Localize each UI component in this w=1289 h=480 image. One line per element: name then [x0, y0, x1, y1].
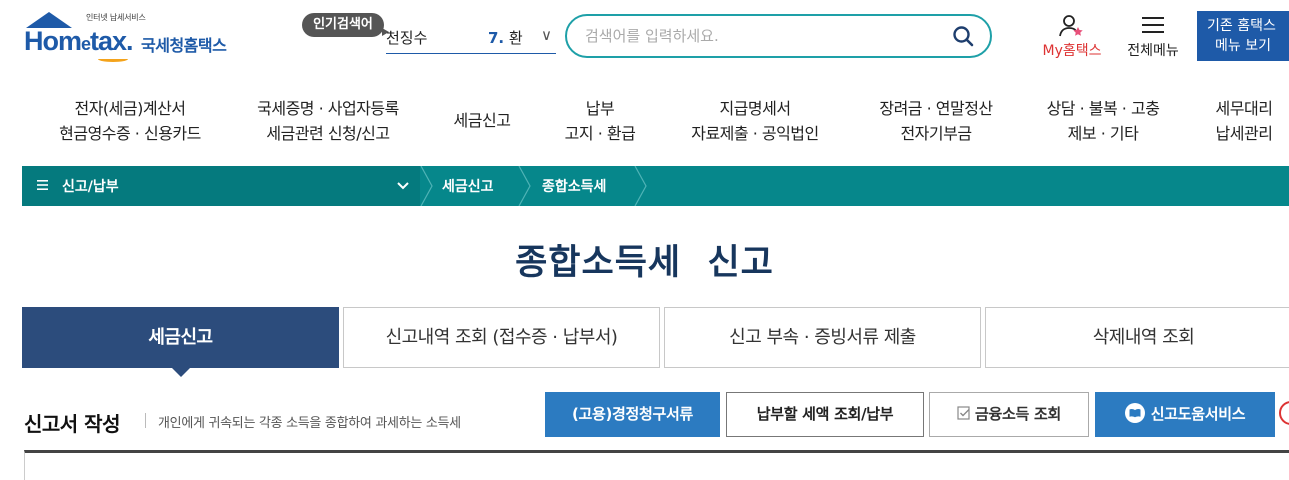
checklist-icon — [957, 406, 970, 420]
old-hometax-line1: 기존 홈택스 — [1207, 18, 1276, 34]
form-section-box — [24, 450, 1289, 480]
section-divider — [145, 413, 146, 428]
all-menu-button[interactable]: 전체메뉴 — [1118, 14, 1188, 60]
section-description: 개인에게 귀속되는 각종 소득을 종합하여 과세하는 소득세 — [158, 416, 461, 431]
user-icon — [1059, 15, 1083, 37]
breadcrumb-separator-icon — [518, 166, 531, 206]
old-hometax-menu-button[interactable]: 기존 홈택스 메뉴 보기 — [1197, 11, 1289, 61]
gnb-item-e-invoice[interactable]: 전자(세금)계산서 현금영수증 · 신용카드 — [30, 96, 230, 148]
gnb-item-payment-statement[interactable]: 지급명세서 자료제출 · 공익법인 — [670, 96, 840, 148]
popular-search-current[interactable]: 7. 환 — [488, 27, 523, 48]
gnb-item-incentive[interactable]: 장려금 · 연말정산 전자기부금 — [856, 96, 1016, 148]
old-hometax-line2: 메뉴 보기 — [1215, 38, 1271, 54]
tax-payment-lookup-button[interactable]: 납부할 세액 조회/납부 — [726, 392, 924, 437]
financial-income-lookup-button[interactable]: 금융소득 조회 — [929, 392, 1089, 437]
breadcrumb-item-tax-filing[interactable]: 세금신고 — [442, 176, 494, 196]
tab-attachment-submit[interactable]: 신고 부속 · 증빙서류 제출 — [664, 307, 981, 368]
popular-search-prev[interactable]: 천징수 — [386, 27, 427, 48]
popular-search-badge: 인기검색어 — [302, 13, 389, 37]
breadcrumb-separator-icon — [634, 166, 647, 206]
chevron-down-icon[interactable]: ∨ — [541, 26, 552, 44]
gnb-item-payment[interactable]: 납부 고지 · 환급 — [540, 96, 660, 148]
info-circle-icon[interactable] — [1279, 401, 1289, 425]
tab-deleted-history[interactable]: 삭제내역 조회 — [985, 307, 1289, 368]
breadcrumb-separator-icon — [420, 166, 433, 206]
my-hometax-label: My홈택스 — [1042, 43, 1102, 59]
my-hometax-button[interactable]: My홈택스 — [1036, 14, 1108, 60]
gnb-item-tax-filing[interactable]: 세금신고 — [432, 96, 532, 148]
gnb-item-certificate[interactable]: 국세증명 · 사업자등록 세금관련 신청/신고 — [228, 96, 428, 148]
logo-tagline: 인터넷 납세서비스 — [86, 13, 146, 22]
search-box[interactable] — [565, 14, 992, 58]
chevron-down-icon — [397, 182, 409, 190]
search-input[interactable] — [585, 24, 945, 48]
filing-help-service-button[interactable]: 신고도움서비스 — [1095, 392, 1275, 437]
book-icon — [1124, 403, 1145, 423]
section-title: 신고서 작성 — [24, 412, 120, 436]
gnb-item-consult[interactable]: 상담 · 불복 · 고충 제보 · 기타 — [1028, 96, 1178, 148]
tab-filing-history[interactable]: 신고내역 조회 (접수증 · 납부서) — [343, 307, 660, 368]
hometax-logo[interactable]: 인터넷 납세서비스 Hometax. 국세청홈택스 — [24, 12, 244, 62]
hamburger-menu-icon — [1142, 17, 1164, 33]
page-title: 종합소득세 신고 — [515, 243, 774, 283]
breadcrumb-menu-select[interactable]: 신고/납부 — [22, 166, 420, 206]
logo-korean-name: 국세청홈택스 — [141, 36, 227, 55]
breadcrumb-menu-label: 신고/납부 — [62, 179, 119, 195]
correction-claim-button[interactable]: (고용)경정청구서류 — [545, 392, 720, 437]
logo-swoosh-icon — [98, 56, 128, 62]
search-icon[interactable] — [952, 25, 974, 47]
breadcrumb-item-income-tax[interactable]: 종합소득세 — [542, 176, 606, 196]
list-icon — [37, 180, 48, 190]
tab-tax-filing[interactable]: 세금신고 — [22, 307, 339, 377]
popular-search-rolling[interactable]: 천징수 7. 환 ∨ — [386, 26, 556, 54]
logo-wordmark: Hometax. — [24, 26, 134, 56]
all-menu-label: 전체메뉴 — [1127, 43, 1179, 59]
gnb-item-tax-agent[interactable]: 세무대리 납세관리 — [1196, 96, 1289, 148]
breadcrumb: 신고/납부 세금신고 종합소득세 — [22, 166, 1289, 206]
